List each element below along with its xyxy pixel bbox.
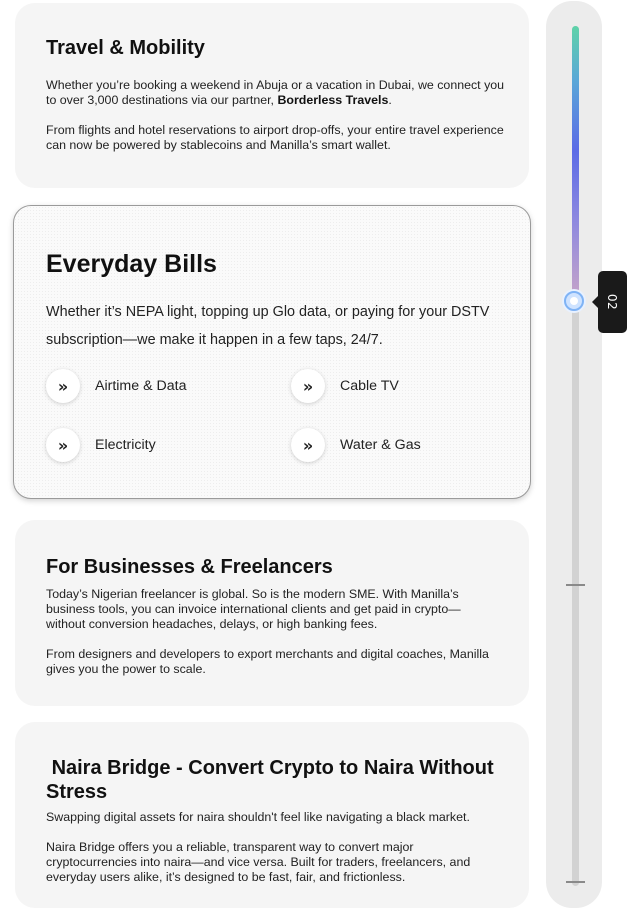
bill-item-label: Electricity (95, 437, 156, 453)
slider-tick (566, 584, 585, 586)
bills-card: Everyday Bills Whether it’s NEPA light, … (13, 205, 531, 499)
bill-item-airtime[interactable]: » Airtime & Data (46, 368, 186, 404)
slider-tick (566, 881, 585, 883)
bill-item-electricity[interactable]: » Electricity (46, 427, 156, 463)
scroll-progress-slider[interactable] (546, 1, 602, 908)
slider-value-label: 02 (605, 293, 620, 311)
partner-name: Borderless Travels (277, 93, 389, 107)
travel-title: Travel & Mobility (46, 37, 205, 59)
slider-fill (572, 26, 579, 301)
bills-description: Whether it’s NEPA light, topping up Glo … (46, 304, 490, 348)
business-title: For Businesses & Freelancers (46, 556, 333, 578)
double-chevron-right-icon: » (291, 428, 325, 462)
naira-bridge-card: Naira Bridge - Convert Crypto to Naira W… (15, 722, 529, 908)
bill-item-cable-tv[interactable]: » Cable TV (291, 368, 399, 404)
slider-value-tooltip: 02 (592, 271, 627, 333)
business-card: For Businesses & Freelancers Today’s Nig… (15, 520, 529, 706)
slider-track[interactable] (572, 26, 579, 886)
bill-item-label: Water & Gas (340, 437, 421, 453)
travel-card: Travel & Mobility Whether you’re booking… (15, 3, 529, 188)
business-paragraph-1: Today’s Nigerian freelancer is global. S… (46, 587, 461, 631)
bill-item-label: Cable TV (340, 378, 399, 394)
bills-title: Everyday Bills (46, 250, 217, 278)
business-paragraph-2: From designers and developers to export … (46, 647, 489, 676)
bill-item-label: Airtime & Data (95, 378, 187, 394)
travel-paragraph-1: Whether you’re booking a weekend in Abuj… (46, 78, 506, 108)
slider-thumb[interactable] (564, 291, 584, 311)
double-chevron-right-icon: » (46, 369, 80, 403)
bill-item-water-gas[interactable]: » Water & Gas (291, 427, 421, 463)
double-chevron-right-icon: » (291, 369, 325, 403)
travel-p1-end: . (388, 93, 392, 107)
travel-p1-text: Whether you’re booking a weekend in Abuj… (46, 78, 505, 107)
naira-bridge-title: Naira Bridge - Convert Crypto to Naira W… (46, 757, 500, 803)
naira-paragraph-1: Swapping digital assets for naira should… (46, 810, 470, 824)
travel-paragraph-2: From flights and hotel reservations to a… (46, 123, 504, 152)
page: Travel & Mobility Whether you’re booking… (0, 0, 627, 910)
double-chevron-right-icon: » (46, 428, 80, 462)
naira-paragraph-2: Naira Bridge offers you a reliable, tran… (46, 840, 471, 884)
